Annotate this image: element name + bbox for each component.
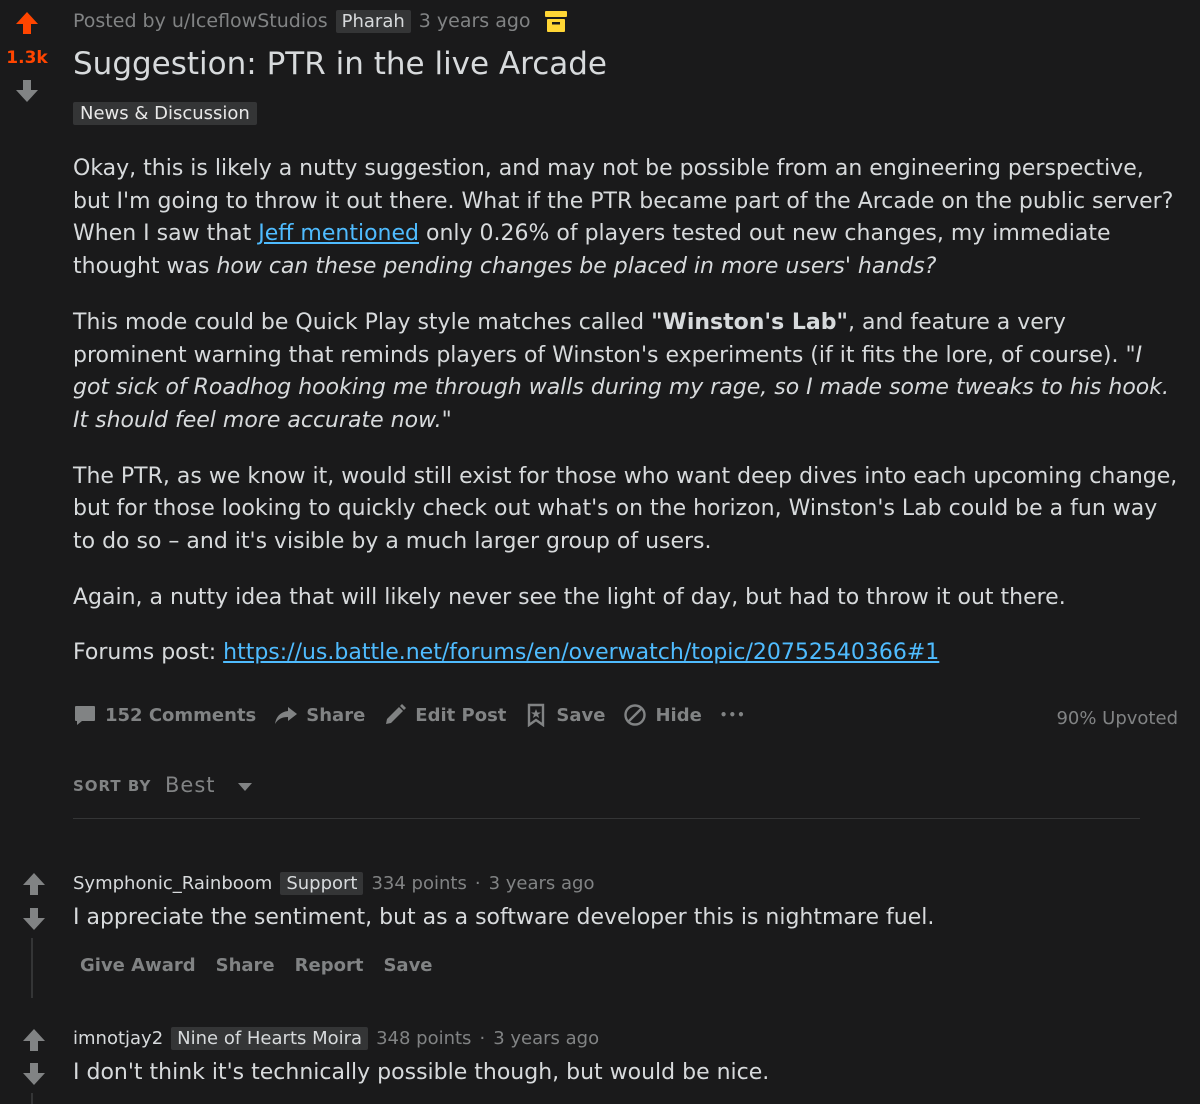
meta-separator: ·: [474, 873, 481, 894]
comment-share-button[interactable]: Share: [216, 955, 275, 976]
paragraph-4: Again, a nutty idea that will likely nev…: [73, 584, 1066, 610]
comment-meta: Symphonic_Rainboom Support 334 points · …: [73, 872, 594, 895]
comments-button[interactable]: 152 Comments: [73, 703, 256, 727]
posted-by[interactable]: Posted by u/IceflowStudios: [73, 10, 328, 32]
share-icon: [275, 707, 298, 724]
jeff-mentioned-link[interactable]: Jeff mentioned: [258, 221, 419, 246]
more-icon: •••: [719, 708, 746, 722]
sort-label: SORT BY: [73, 777, 152, 795]
divider: [73, 818, 1140, 819]
comment-upvote-icon[interactable]: [21, 1027, 47, 1053]
comment-time[interactable]: 3 years ago: [493, 1028, 599, 1049]
comment-text: I appreciate the sentiment, but as a sof…: [73, 905, 935, 930]
save-button[interactable]: Save: [524, 703, 605, 727]
author-flair: Pharah: [335, 9, 411, 33]
report-button[interactable]: Report: [295, 955, 364, 976]
archive-icon: [544, 11, 567, 32]
forums-post-link[interactable]: https://us.battle.net/forums/en/overwatc…: [223, 640, 939, 665]
paragraph-5: Forums post: https://us.battle.net/forum…: [73, 640, 940, 666]
meta-separator: ·: [479, 1028, 486, 1049]
comment-text: I don't think it's technically possible …: [73, 1060, 770, 1085]
hide-button[interactable]: Hide: [623, 703, 702, 727]
edit-post-button[interactable]: Edit Post: [383, 703, 506, 727]
post-time[interactable]: 3 years ago: [419, 10, 531, 32]
comment-time[interactable]: 3 years ago: [489, 873, 595, 894]
share-button[interactable]: Share: [274, 703, 365, 727]
comment-author-flair: Nine of Hearts Moira: [171, 1027, 369, 1050]
upvoted-ratio: 90% Upvoted: [1056, 708, 1178, 729]
comment-points: 334 points: [371, 873, 467, 894]
chevron-down-icon[interactable]: [237, 782, 253, 792]
sort-dropdown[interactable]: Best: [165, 773, 216, 797]
give-award-button[interactable]: Give Award: [80, 955, 196, 976]
comment-actions: Give Award Share Report Save: [80, 955, 433, 976]
post-body: Okay, this is likely a nutty suggestion,…: [73, 153, 1183, 693]
comment-author-flair: Support: [280, 872, 364, 895]
comment-upvote-icon[interactable]: [21, 871, 47, 897]
post-title[interactable]: Suggestion: PTR in the live Arcade: [73, 46, 607, 82]
comment-downvote-icon[interactable]: [21, 906, 47, 932]
post-flair[interactable]: News & Discussion: [73, 102, 257, 125]
post-meta: Posted by u/IceflowStudios Pharah 3 year…: [73, 8, 569, 34]
paragraph-1: Okay, this is likely a nutty suggestion,…: [73, 156, 1174, 280]
bookmark-icon: [528, 703, 545, 727]
post-actions: 152 Comments Share Edit Post Save Hide •…: [73, 703, 764, 727]
thread-line[interactable]: [31, 938, 33, 998]
comment-icon: [75, 706, 95, 725]
thread-line[interactable]: [31, 1093, 33, 1104]
comment-author[interactable]: imnotjay2: [73, 1028, 163, 1049]
comment-meta: imnotjay2 Nine of Hearts Moira 348 point…: [73, 1027, 599, 1050]
downvote-arrow-icon[interactable]: [14, 78, 40, 104]
comment-author[interactable]: Symphonic_Rainboom: [73, 873, 272, 894]
more-options-button[interactable]: •••: [720, 708, 746, 722]
comment-save-button[interactable]: Save: [383, 955, 432, 976]
post-score: 1.3k: [6, 48, 48, 68]
pencil-icon: [386, 704, 407, 724]
comment-downvote-icon[interactable]: [21, 1061, 47, 1087]
upvote-arrow-icon[interactable]: [14, 10, 40, 36]
paragraph-2: This mode could be Quick Play style matc…: [73, 309, 1169, 433]
comment-points: 348 points: [376, 1028, 472, 1049]
paragraph-3: The PTR, as we know it, would still exis…: [73, 463, 1178, 555]
hide-icon: [624, 704, 647, 726]
